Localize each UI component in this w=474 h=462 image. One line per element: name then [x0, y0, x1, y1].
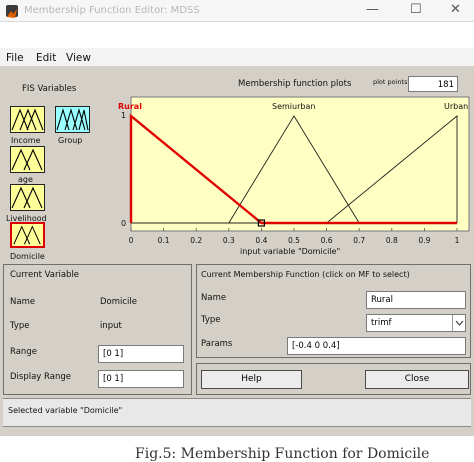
x-tick-label: 0.8 — [386, 236, 398, 245]
input-age-label: age — [18, 175, 33, 184]
display-range-label: Display Range — [10, 372, 71, 382]
x-tick-label: 0.4 — [255, 236, 267, 245]
variable-type-value: input — [100, 321, 122, 331]
figure-caption: Fig.5: Membership Function for Domicile — [135, 446, 430, 462]
x-tick-label: 0.9 — [418, 236, 430, 245]
x-tick-label: 0.5 — [288, 236, 300, 245]
plot-points-label: plot points — [373, 78, 408, 86]
input-age-icon[interactable] — [10, 146, 45, 173]
mf-type-value: trimf — [371, 318, 392, 328]
mf-type-select[interactable]: trimf — [366, 314, 466, 332]
plot-area — [130, 96, 470, 232]
variable-range-input[interactable]: [0 1] — [98, 345, 184, 363]
help-button[interactable]: Help — [201, 370, 302, 389]
membership-function-plot[interactable]: 0 0.1 0.2 0.3 0.4 0.5 0.6 0.7 0.8 0.9 1 — [112, 94, 474, 262]
chevron-down-icon[interactable] — [452, 315, 465, 331]
x-tick-label: 0.1 — [158, 236, 170, 245]
mf-type-label: Type — [201, 315, 221, 325]
x-tick-label: 1 — [455, 236, 460, 245]
mf-label-urban[interactable]: Urban — [444, 102, 468, 111]
plot-heading: Membership function plots — [238, 79, 352, 89]
display-range-input[interactable]: [0 1] — [98, 370, 184, 388]
x-tick-label: 0.3 — [223, 236, 235, 245]
close-button[interactable]: Close — [365, 370, 469, 389]
y-axis-bottom-label: 0 — [121, 219, 127, 228]
variable-name-label: Name — [10, 297, 36, 307]
mf-name-label: Name — [201, 293, 227, 303]
x-tick-label: 0 — [129, 236, 134, 245]
mf-params-input[interactable]: [-0.4 0 0.4] — [287, 337, 466, 355]
x-tick-label: 0.6 — [321, 236, 333, 245]
y-axis-top-label: 1 — [121, 111, 127, 120]
variable-name-value: Domicile — [100, 297, 138, 307]
output-group-icon[interactable] — [55, 106, 90, 133]
plot-x-axis-label: input variable "Domicile" — [240, 247, 341, 256]
input-income-icon[interactable] — [10, 106, 45, 133]
input-domicile-icon[interactable] — [10, 222, 45, 248]
current-mf-heading: Current Membership Function (click on MF… — [201, 270, 410, 279]
input-domicile-label: Domicile — [10, 252, 45, 261]
status-text: Selected variable "Domicile" — [8, 406, 123, 415]
variable-type-label: Type — [10, 321, 30, 331]
matlab-app-icon — [6, 5, 18, 18]
variable-range-label: Range — [10, 347, 37, 357]
mf-label-semiurban[interactable]: Semiurban — [272, 102, 315, 111]
x-tick-label: 0.2 — [190, 236, 202, 245]
current-variable-heading: Current Variable — [10, 270, 80, 280]
close-window-button[interactable]: ✕ — [450, 2, 461, 17]
x-tick-label: 0.7 — [353, 236, 365, 245]
plot-points-input[interactable]: 181 — [408, 76, 458, 92]
input-livelihood-icon[interactable] — [10, 184, 45, 211]
maximize-button[interactable]: ☐ — [410, 2, 422, 17]
output-group-label: Group — [58, 136, 83, 145]
menu-view[interactable]: View — [66, 52, 91, 64]
fis-variables-heading: FIS Variables — [22, 84, 77, 94]
menu-edit[interactable]: Edit — [36, 52, 56, 64]
minimize-button[interactable]: — — [366, 2, 379, 17]
input-income-label: Income — [11, 136, 41, 145]
mf-label-rural[interactable]: Rural — [118, 102, 142, 111]
mf-name-input[interactable]: Rural — [366, 291, 466, 309]
menu-file[interactable]: File — [6, 52, 24, 64]
window-title: Membership Function Editor: MDSS — [24, 5, 200, 16]
mf-params-label: Params — [201, 339, 233, 349]
